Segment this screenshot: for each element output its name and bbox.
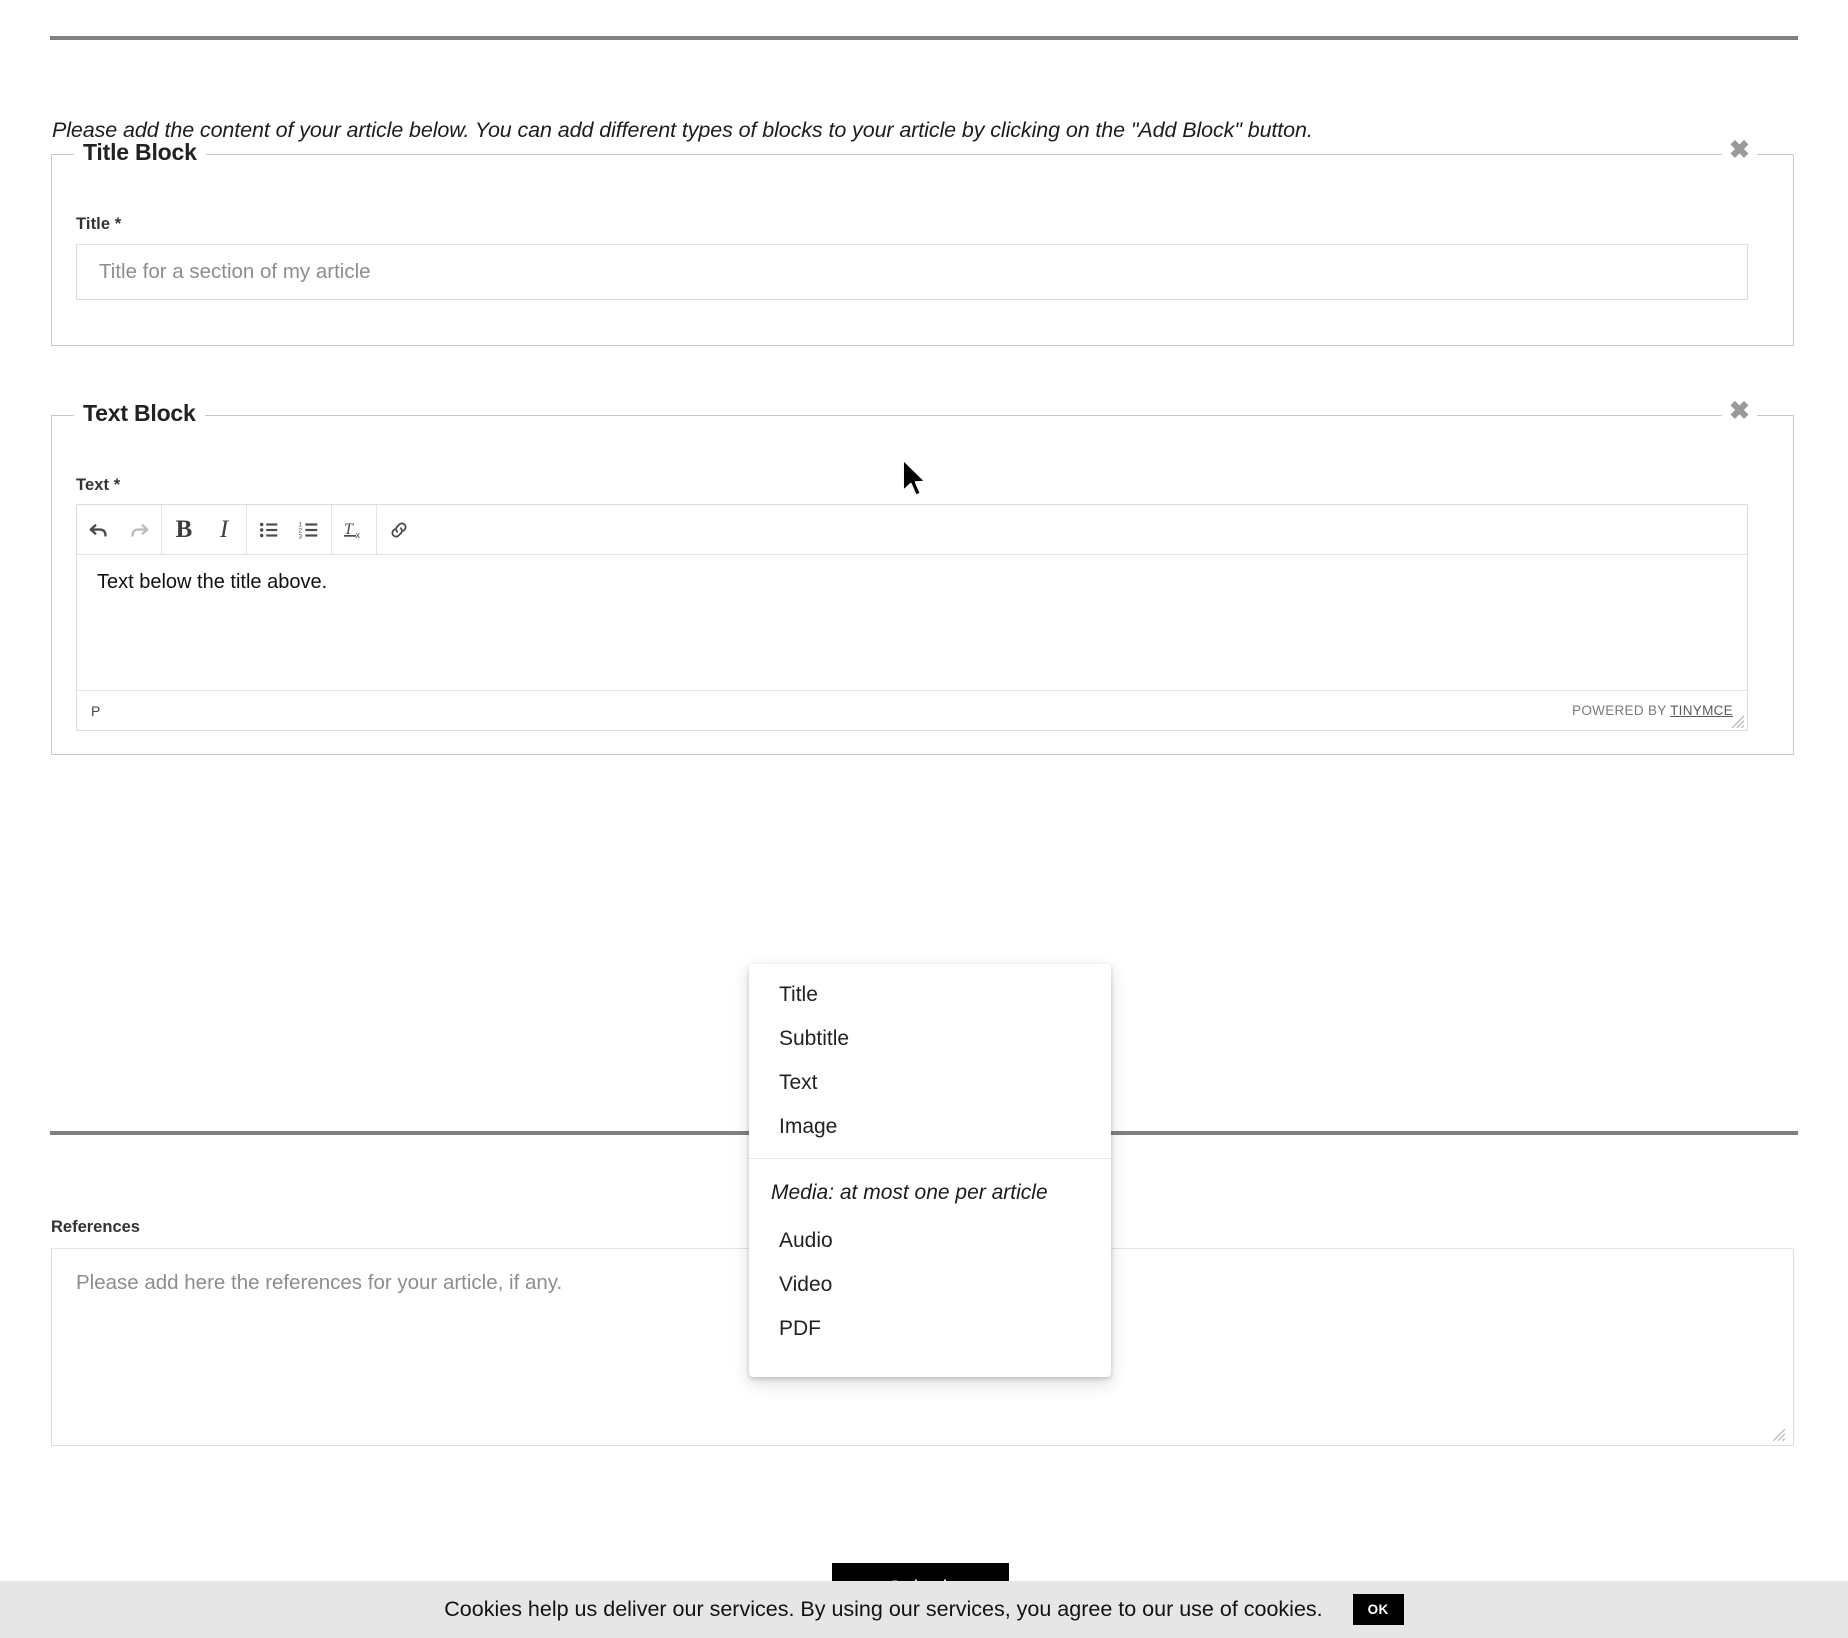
bullet-list-icon[interactable]	[249, 507, 289, 553]
menu-item-image[interactable]: Image	[749, 1105, 1111, 1149]
bold-icon[interactable]: B	[164, 507, 204, 553]
menu-item-text[interactable]: Text	[749, 1061, 1111, 1105]
editor-branding: POWERED BY TINYMCE	[1572, 703, 1733, 718]
editor-toolbar: B I 1 2 3 T x	[77, 505, 1747, 555]
top-divider	[50, 36, 1798, 40]
article-editor-page: Please add the content of your article b…	[0, 0, 1848, 1638]
title-block: Title Block ✖ Title *	[51, 138, 1794, 346]
numbered-list-icon[interactable]: 1 2 3	[289, 507, 329, 553]
toolbar-group-format: B I	[162, 505, 247, 554]
toolbar-group-lists: 1 2 3	[247, 505, 332, 554]
title-block-close-icon[interactable]: ✖	[1722, 138, 1757, 163]
powered-by-text: POWERED BY	[1572, 703, 1667, 718]
menu-media-header: Media: at most one per article	[771, 1181, 1048, 1204]
undo-icon[interactable]	[79, 507, 119, 553]
svg-text:x: x	[356, 530, 361, 540]
menu-item-video[interactable]: Video	[749, 1263, 1111, 1307]
rich-text-editor: B I 1 2 3 T x Text below the title above…	[76, 504, 1748, 731]
italic-icon[interactable]: I	[204, 507, 244, 553]
cookie-ok-button[interactable]: OK	[1352, 1594, 1404, 1625]
editor-status-bar: P POWERED BY TINYMCE	[77, 690, 1747, 730]
toolbar-group-clear: T x	[332, 505, 377, 554]
menu-item-subtitle[interactable]: Subtitle	[749, 1017, 1111, 1061]
title-field-label: Title *	[76, 215, 122, 233]
toolbar-group-link	[377, 505, 421, 554]
clear-formatting-icon[interactable]: T x	[334, 507, 374, 553]
link-icon[interactable]	[379, 507, 419, 553]
svg-text:3: 3	[298, 533, 302, 540]
text-field-label: Text *	[76, 476, 121, 494]
menu-separator	[749, 1158, 1111, 1159]
text-block: Text Block ✖ Text * B I 1 2 3 T x Text b…	[51, 399, 1794, 755]
tinymce-link[interactable]: TINYMCE	[1670, 703, 1733, 718]
title-input[interactable]	[76, 244, 1748, 300]
redo-icon[interactable]	[119, 507, 159, 553]
add-block-dropdown-menu: Title Subtitle Text Image Media: at most…	[749, 964, 1111, 1377]
intro-instructions: Please add the content of your article b…	[52, 118, 1313, 142]
references-label: References	[51, 1218, 140, 1236]
editor-content-area[interactable]: Text below the title above.	[77, 555, 1747, 690]
editor-element-path: P	[91, 702, 101, 719]
text-block-legend: Text Block	[74, 400, 205, 427]
title-block-legend: Title Block	[74, 139, 206, 166]
editor-resize-handle-icon[interactable]	[1731, 715, 1745, 729]
menu-item-title[interactable]: Title	[749, 973, 1111, 1017]
menu-item-audio[interactable]: Audio	[749, 1219, 1111, 1263]
cookie-consent-banner: Cookies help us deliver our services. By…	[0, 1581, 1848, 1638]
editor-paragraph: Text below the title above.	[97, 571, 328, 593]
cookie-message: Cookies help us deliver our services. By…	[444, 1597, 1323, 1621]
text-block-close-icon[interactable]: ✖	[1722, 399, 1757, 424]
toolbar-group-history	[77, 505, 162, 554]
menu-item-pdf[interactable]: PDF	[749, 1307, 1111, 1351]
